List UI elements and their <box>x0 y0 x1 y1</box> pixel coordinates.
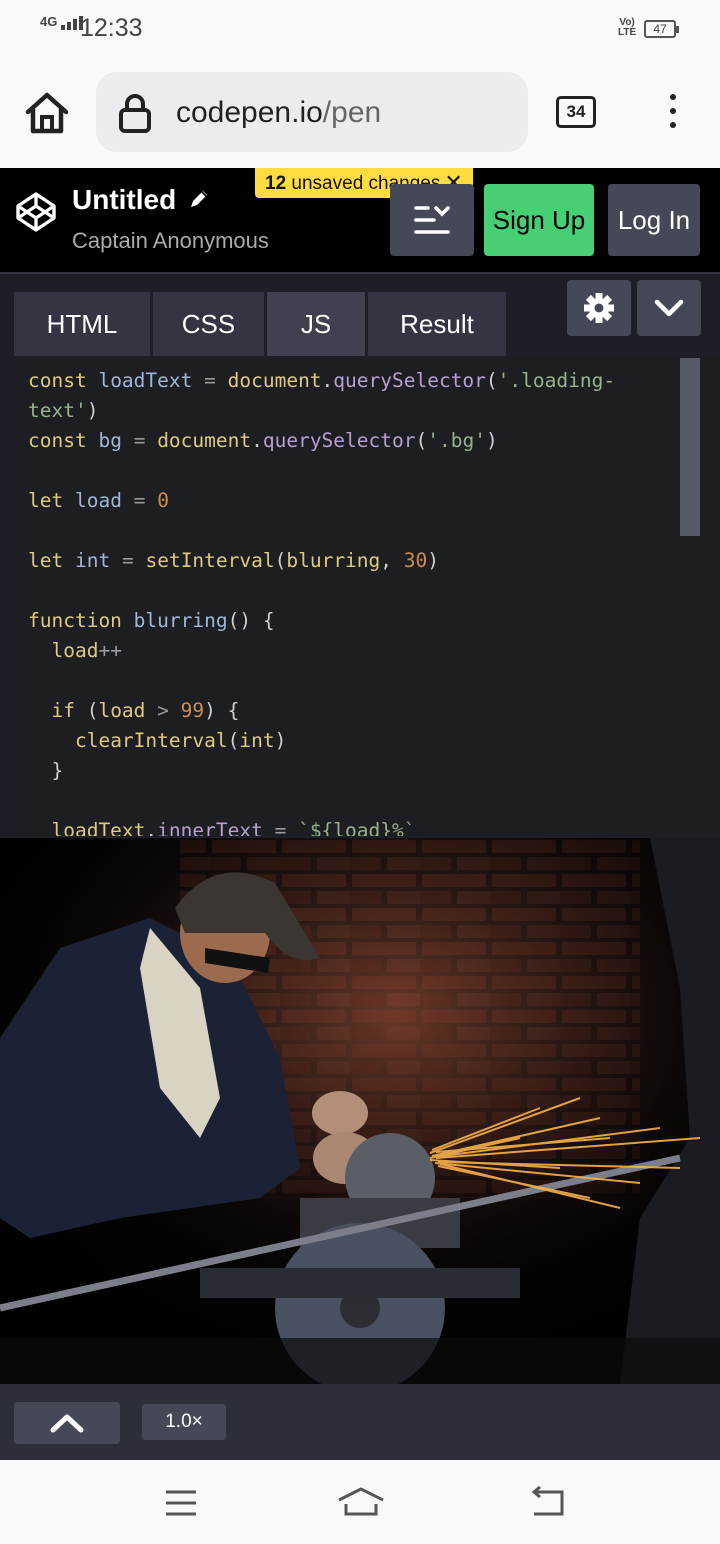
browser-toolbar: codepen.io/pen 34 <box>0 58 720 168</box>
code-line: let int = setInterval(blurring, 30) <box>28 549 439 572</box>
more-vert-icon[interactable] <box>668 94 678 134</box>
url-host: codepen.io <box>176 96 323 129</box>
pen-title[interactable]: Untitled <box>72 184 176 216</box>
system-nav-bar <box>0 1460 720 1544</box>
tab-result[interactable]: Result <box>368 292 506 356</box>
url-path: /pen <box>322 96 382 129</box>
home-icon[interactable] <box>22 88 72 138</box>
tab-css[interactable]: CSS <box>153 292 264 356</box>
network-type: 4G <box>40 14 58 29</box>
settings-button[interactable] <box>567 280 631 336</box>
code-line: const bg = document.querySelector('.bg') <box>28 429 498 452</box>
log-in-button[interactable]: Log In <box>608 184 700 256</box>
layout-icon <box>414 206 450 234</box>
pencil-icon[interactable] <box>188 188 210 210</box>
result-preview[interactable] <box>0 838 720 1384</box>
chevron-up-icon <box>50 1414 84 1433</box>
battery-icon: 47 <box>644 20 679 38</box>
editor-panel: HTML CSS JS Result const loadText = docu… <box>0 272 720 838</box>
volte-icon: Vo) LTE <box>618 17 637 38</box>
collapse-editor-button[interactable] <box>637 280 701 336</box>
codepen-footer: 1.0× <box>0 1384 720 1460</box>
code-line: let load = 0 <box>28 489 169 512</box>
gear-icon <box>584 293 614 323</box>
code-line: const loadText = document.querySelector(… <box>28 369 616 392</box>
code-line: text') <box>28 399 99 422</box>
tab-switcher-button[interactable]: 34 <box>556 96 596 128</box>
code-editor[interactable]: const loadText = document.querySelector(… <box>14 356 720 836</box>
codepen-header: Untitled Captain Anonymous 12 unsaved ch… <box>0 168 720 272</box>
clock: 12:33 <box>80 14 143 42</box>
code-line: function blurring() { <box>28 609 275 632</box>
url-bar[interactable]: codepen.io/pen <box>96 72 528 152</box>
back-icon[interactable] <box>528 1486 568 1518</box>
code-line: } <box>28 759 64 782</box>
tab-js[interactable]: JS <box>267 292 365 356</box>
expand-console-button[interactable] <box>14 1402 120 1444</box>
background-photo <box>0 838 720 1384</box>
chevron-down-icon <box>654 299 684 317</box>
home-nav-icon[interactable] <box>336 1486 386 1518</box>
pen-author: Captain Anonymous <box>72 228 269 253</box>
code-line: clearInterval(int) <box>74 729 287 752</box>
codepen-logo-icon[interactable] <box>14 190 58 234</box>
status-bar: 4G 12:33 Vo) LTE 47 <box>0 0 720 58</box>
url-text: codepen.io/pen <box>176 96 381 130</box>
lock-icon <box>119 94 151 133</box>
code-line: if (load > 99) { <box>51 699 240 722</box>
sign-up-button[interactable]: Sign Up <box>484 184 594 256</box>
change-view-button[interactable] <box>390 184 474 256</box>
tab-html[interactable]: HTML <box>14 292 150 356</box>
unsaved-count: 12 <box>265 173 287 194</box>
editor-scrollbar[interactable] <box>680 358 700 536</box>
zoom-level-button[interactable]: 1.0× <box>142 1404 226 1440</box>
code-line: loadText.innerText = `${load}%` <box>51 819 416 836</box>
recent-apps-icon[interactable] <box>164 1488 198 1518</box>
code-line: load++ <box>51 639 122 662</box>
